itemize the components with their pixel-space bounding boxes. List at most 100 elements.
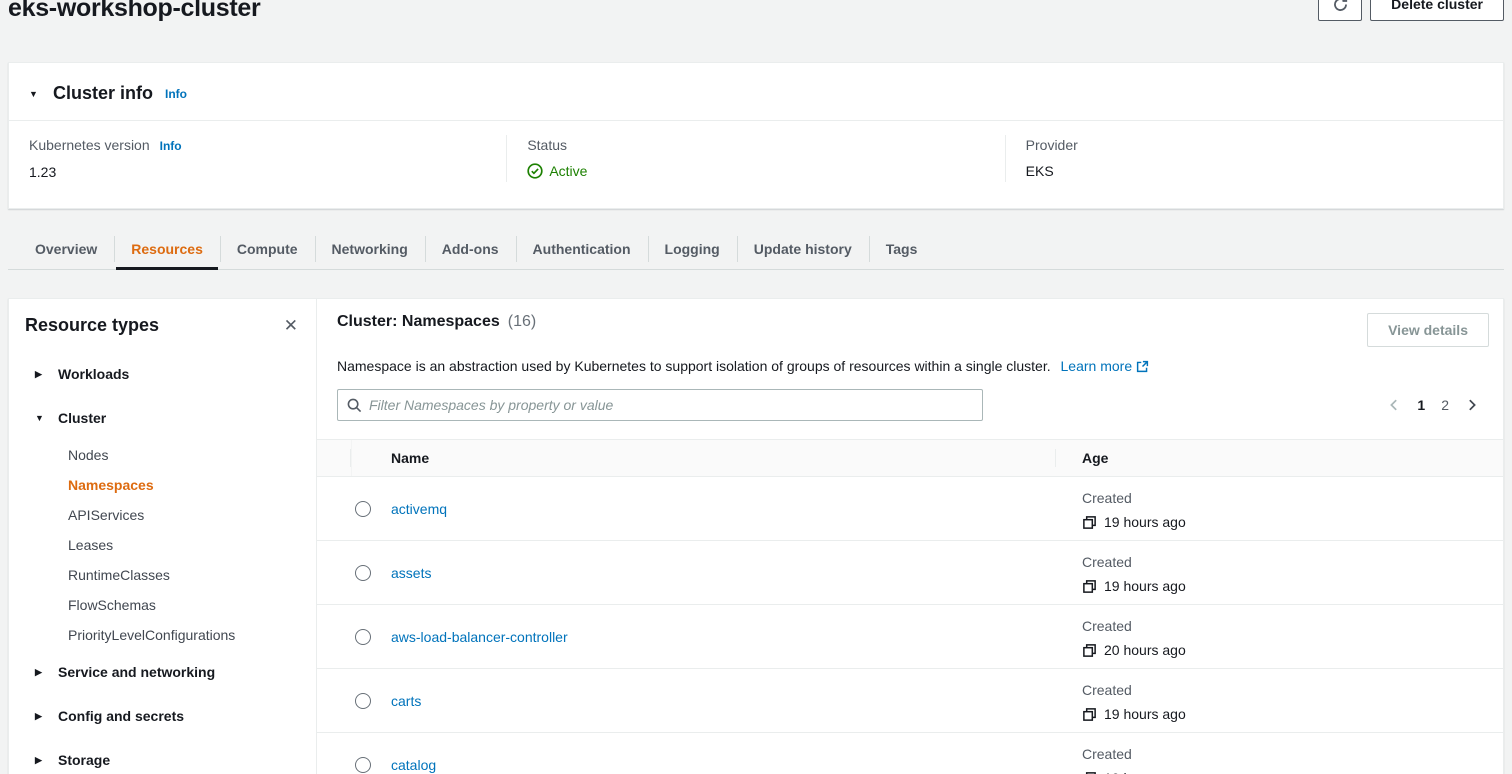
sidebar-item-nodes[interactable]: Nodes (25, 440, 300, 470)
sidebar-title: Resource types (25, 315, 159, 336)
search-icon (347, 398, 362, 413)
table-header: Name Age (317, 439, 1503, 477)
age-column-header[interactable]: Age (1056, 450, 1503, 466)
namespace-link[interactable]: aws-load-balancer-controller (391, 629, 568, 645)
name-column-header[interactable]: Name (352, 440, 1056, 476)
filter-input[interactable] (369, 397, 973, 413)
sidebar-header: Resource types ✕ (25, 315, 300, 336)
sidebar-group-storage[interactable]: ▶Storage (25, 738, 300, 774)
field-label: Status (527, 135, 984, 155)
caret-right-icon: ▶ (35, 750, 47, 770)
heading-line: Cluster: Namespaces (16) (337, 313, 536, 331)
copy-icon[interactable] (1082, 771, 1097, 774)
tab-add-ons[interactable]: Add-ons (425, 229, 516, 269)
sidebar-item-flowschemas[interactable]: FlowSchemas (25, 590, 300, 620)
sidebar-group-label: Config and secrets (58, 706, 184, 726)
tab-overview[interactable]: Overview (18, 229, 114, 269)
pagination-page-1[interactable]: 1 (1417, 397, 1425, 413)
sidebar-item-prioritylevelconfigurations[interactable]: PriorityLevelConfigurations (25, 620, 300, 650)
filter-box (337, 389, 983, 421)
row-radio-button[interactable] (355, 757, 371, 773)
sidebar-item-namespaces[interactable]: Namespaces (25, 470, 300, 500)
row-radio-button[interactable] (355, 565, 371, 581)
age-value: 19 hours ago (1104, 576, 1186, 596)
info-link[interactable]: Info (165, 87, 187, 101)
caret-right-icon: ▶ (35, 662, 47, 682)
sidebar-groups: ▶Workloads ▼ Cluster NodesNamespacesAPIServ… (25, 352, 300, 774)
tab-resources[interactable]: Resources (114, 229, 220, 269)
sidebar-group-label: Service and networking (58, 662, 215, 682)
copy-icon[interactable] (1082, 643, 1097, 658)
learn-more-label: Learn more (1061, 356, 1133, 376)
pagination-prev-button[interactable] (1387, 398, 1401, 412)
learn-more-link[interactable]: Learn more (1061, 356, 1150, 376)
field-label-text: Provider (1026, 135, 1078, 155)
table-row: aws-load-balancer-controller Created 20 ho… (317, 605, 1503, 669)
age-value: 19 hours ago (1104, 768, 1186, 774)
copy-icon[interactable] (1082, 707, 1097, 722)
namespace-link[interactable]: activemq (391, 501, 447, 517)
namespace-link[interactable]: assets (391, 565, 431, 581)
namespace-link[interactable]: carts (391, 693, 421, 709)
close-icon[interactable]: ✕ (282, 315, 300, 336)
created-label: Created (1082, 680, 1503, 700)
table-row: assets Created 19 hours ago (317, 541, 1503, 605)
tab-compute[interactable]: Compute (220, 229, 315, 269)
field-label-text: Kubernetes version (29, 135, 150, 155)
age-cell: Created 19 hours ago (1056, 669, 1503, 732)
row-radio-button[interactable] (355, 693, 371, 709)
copy-icon[interactable] (1082, 515, 1097, 530)
sidebar-item-apiservices[interactable]: APIServices (25, 500, 300, 530)
cluster-info-field: ProviderEKS (1005, 135, 1503, 182)
age-line: 19 hours ago (1082, 704, 1503, 724)
sidebar-group-config-and-secrets[interactable]: ▶Config and secrets (25, 694, 300, 738)
namespaces-table: Name Age activemqCreated19 hours agoasse… (317, 439, 1503, 774)
status-text: Active (549, 161, 587, 181)
caret-down-icon: ▼ (35, 408, 47, 428)
tab-logging[interactable]: Logging (648, 229, 737, 269)
resource-types-sidebar: Resource types ✕ ▶Workloads ▼ Cluster Nodes… (9, 299, 317, 774)
sidebar-group-service-and-networking[interactable]: ▶ Service and networking (25, 650, 300, 694)
pagination-page-2[interactable]: 2 (1441, 397, 1449, 413)
sidebar-group-label: Cluster (58, 408, 106, 428)
tab-authentication[interactable]: Authentication (516, 229, 648, 269)
refresh-button[interactable] (1318, 0, 1362, 21)
cluster-info-panel: ▼ Cluster info Info Kubernetes version In… (8, 62, 1504, 209)
pagination-next-button[interactable] (1465, 398, 1479, 412)
age-line: 20 hours ago (1082, 640, 1503, 660)
page-title: eks-workshop-cluster (8, 0, 260, 23)
row-radio-button[interactable] (355, 629, 371, 645)
info-link[interactable]: Info (160, 136, 182, 156)
delete-cluster-button[interactable]: Delete cluster (1370, 0, 1504, 21)
row-radio-button[interactable] (355, 501, 371, 517)
tab-tags[interactable]: Tags (869, 229, 935, 269)
created-label: Created (1082, 552, 1503, 572)
select-cell (317, 733, 371, 774)
field-label-text: Status (527, 135, 567, 155)
created-label: Created (1082, 616, 1503, 636)
select-column-header (317, 440, 352, 476)
sidebar-group-cluster[interactable]: ▼ Cluster (25, 396, 300, 440)
main-header: Cluster: Namespaces (16) View details (317, 313, 1503, 347)
age-line: 19 hours ago (1082, 512, 1503, 532)
sidebar-item-runtimeclasses[interactable]: RuntimeClasses (25, 560, 300, 590)
tab-update-history[interactable]: Update history (737, 229, 869, 269)
select-cell (317, 605, 371, 668)
select-cell (317, 541, 371, 604)
tab-networking[interactable]: Networking (315, 229, 425, 269)
field-label: Provider (1026, 135, 1483, 155)
sidebar-item-leases[interactable]: Leases (25, 530, 300, 560)
cluster-info-header[interactable]: ▼ Cluster info Info (9, 63, 1503, 121)
created-label: Created (1082, 744, 1503, 764)
sidebar-group-workloads[interactable]: ▶Workloads (25, 352, 300, 396)
view-details-button[interactable]: View details (1367, 313, 1489, 347)
field-label: Kubernetes version Info (29, 135, 486, 156)
age-cell: Created 19 hours ago (1056, 733, 1503, 774)
name-cell: assets (371, 541, 1056, 604)
namespace-link[interactable]: catalog (391, 757, 436, 773)
check-circle-icon (527, 163, 543, 179)
name-cell: aws-load-balancer-controller (371, 605, 1056, 668)
tab-bar: OverviewResourcesComputeNetworkingAdd-on… (8, 229, 1504, 270)
copy-icon[interactable] (1082, 579, 1097, 594)
age-line: 19 hours ago (1082, 576, 1503, 596)
